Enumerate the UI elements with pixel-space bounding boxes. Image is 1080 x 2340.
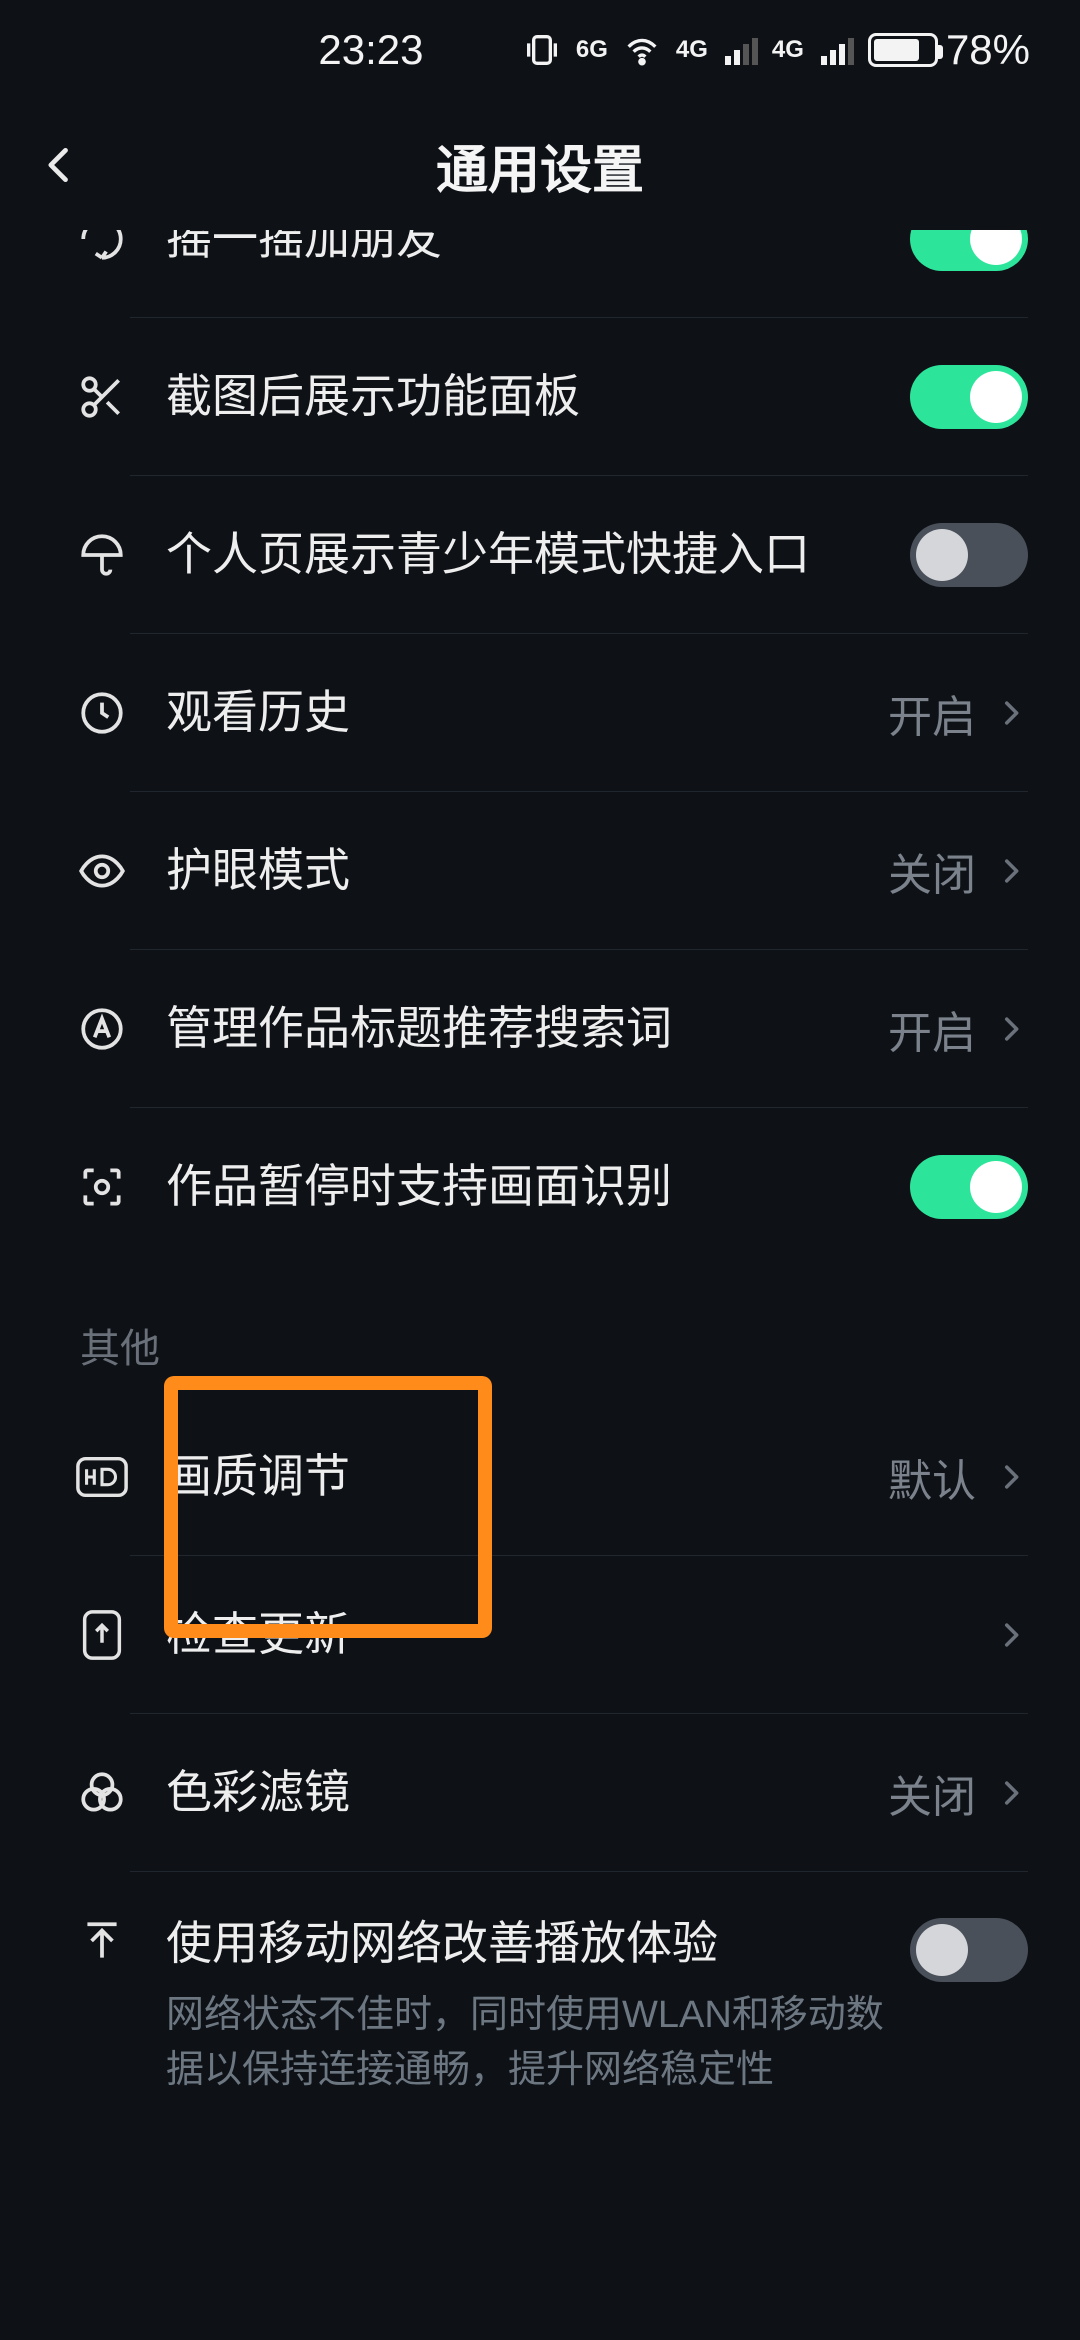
toggle-pause-frame-recognition[interactable] bbox=[910, 1155, 1028, 1219]
toggle-screenshot-panel[interactable] bbox=[910, 365, 1028, 429]
status-bar: 23:23 6G 4G 4G 78% bbox=[0, 0, 1080, 100]
setting-label: 使用移动网络改善播放体验 bbox=[166, 1914, 910, 1974]
network-6g-label: 6G bbox=[576, 36, 608, 64]
scissors-icon bbox=[72, 372, 132, 422]
setting-label: 作品暂停时支持画面识别 bbox=[166, 1157, 910, 1217]
signal-icon-1 bbox=[722, 32, 758, 68]
status-indicators: 6G 4G 4G 78% bbox=[522, 26, 1030, 74]
setting-label: 画质调节 bbox=[166, 1447, 888, 1507]
page-title: 通用设置 bbox=[0, 128, 1080, 203]
setting-label: 管理作品标题推荐搜索词 bbox=[166, 999, 888, 1059]
vibrate-icon bbox=[522, 30, 562, 70]
chevron-right-icon bbox=[994, 854, 1028, 888]
setting-title-search-keywords[interactable]: 管理作品标题推荐搜索词 开启 bbox=[0, 950, 1080, 1108]
setting-label: 个人页展示青少年模式快捷入口 bbox=[166, 525, 910, 585]
battery-percent: 78% bbox=[946, 26, 1030, 74]
setting-color-filter[interactable]: 色彩滤镜 关闭 bbox=[0, 1714, 1080, 1872]
shake-icon bbox=[72, 230, 132, 264]
chevron-right-icon bbox=[994, 1012, 1028, 1046]
setting-label: 检查更新 bbox=[166, 1605, 994, 1665]
scan-icon bbox=[72, 1162, 132, 1212]
eye-icon bbox=[72, 846, 132, 896]
wifi-icon bbox=[622, 30, 662, 70]
setting-label: 护眼模式 bbox=[166, 841, 888, 901]
clock-icon bbox=[72, 688, 132, 738]
setting-value: 开启 bbox=[888, 997, 976, 1061]
setting-label: 截图后展示功能面板 bbox=[166, 367, 910, 427]
color-filter-icon bbox=[72, 1768, 132, 1818]
setting-shake-add-friend[interactable]: 摇一摇加朋友 bbox=[0, 230, 1080, 318]
signal-icon-2 bbox=[818, 32, 854, 68]
setting-screenshot-panel[interactable]: 截图后展示功能面板 bbox=[0, 318, 1080, 476]
setting-description: 网络状态不佳时，同时使用WLAN和移动数据以保持连接通畅，提升网络稳定性 bbox=[166, 1988, 910, 2098]
battery-indicator: 78% bbox=[868, 26, 1030, 74]
setting-check-update[interactable]: 检查更新 bbox=[0, 1556, 1080, 1714]
chevron-right-icon bbox=[994, 1460, 1028, 1494]
setting-value: 默认 bbox=[888, 1445, 976, 1509]
back-button[interactable] bbox=[0, 100, 120, 230]
toggle-shake-add-friend[interactable] bbox=[910, 230, 1028, 271]
setting-eye-care-mode[interactable]: 护眼模式 关闭 bbox=[0, 792, 1080, 950]
setting-value: 关闭 bbox=[888, 839, 976, 903]
setting-label: 色彩滤镜 bbox=[166, 1763, 888, 1823]
chevron-right-icon bbox=[994, 1776, 1028, 1810]
section-heading-other: 其他 bbox=[0, 1266, 1080, 1398]
setting-teen-mode-shortcut[interactable]: 个人页展示青少年模式快捷入口 bbox=[0, 476, 1080, 634]
update-icon bbox=[72, 1608, 132, 1662]
toggle-teen-mode-shortcut[interactable] bbox=[910, 523, 1028, 587]
settings-scroll-area[interactable]: 摇一摇加朋友 截图后展示功能面板 个人页展示青少年模式快捷入口 bbox=[0, 230, 1080, 2340]
network-4g-label-1: 4G bbox=[676, 36, 708, 64]
toggle-mobile-data-boost[interactable] bbox=[910, 1918, 1028, 1982]
app-header: 通用设置 bbox=[0, 100, 1080, 230]
chevron-right-icon bbox=[994, 1618, 1028, 1652]
battery-fill bbox=[874, 39, 919, 61]
hd-icon bbox=[72, 1455, 132, 1499]
setting-watch-history[interactable]: 观看历史 开启 bbox=[0, 634, 1080, 792]
setting-value: 关闭 bbox=[888, 1761, 976, 1825]
setting-label: 观看历史 bbox=[166, 683, 888, 743]
status-time: 23:23 bbox=[0, 26, 522, 74]
letter-a-icon bbox=[72, 1004, 132, 1054]
setting-mobile-data-boost[interactable]: 使用移动网络改善播放体验 网络状态不佳时，同时使用WLAN和移动数据以保持连接通… bbox=[0, 1872, 1080, 2140]
upload-arrow-icon bbox=[72, 1918, 132, 1968]
umbrella-icon bbox=[72, 530, 132, 580]
setting-pause-frame-recognition[interactable]: 作品暂停时支持画面识别 bbox=[0, 1108, 1080, 1266]
chevron-left-icon bbox=[38, 143, 82, 187]
chevron-right-icon bbox=[994, 696, 1028, 730]
setting-video-quality[interactable]: 画质调节 默认 bbox=[0, 1398, 1080, 1556]
setting-value: 开启 bbox=[888, 681, 976, 745]
network-4g-label-2: 4G bbox=[772, 36, 804, 64]
setting-label: 摇一摇加朋友 bbox=[166, 230, 910, 269]
